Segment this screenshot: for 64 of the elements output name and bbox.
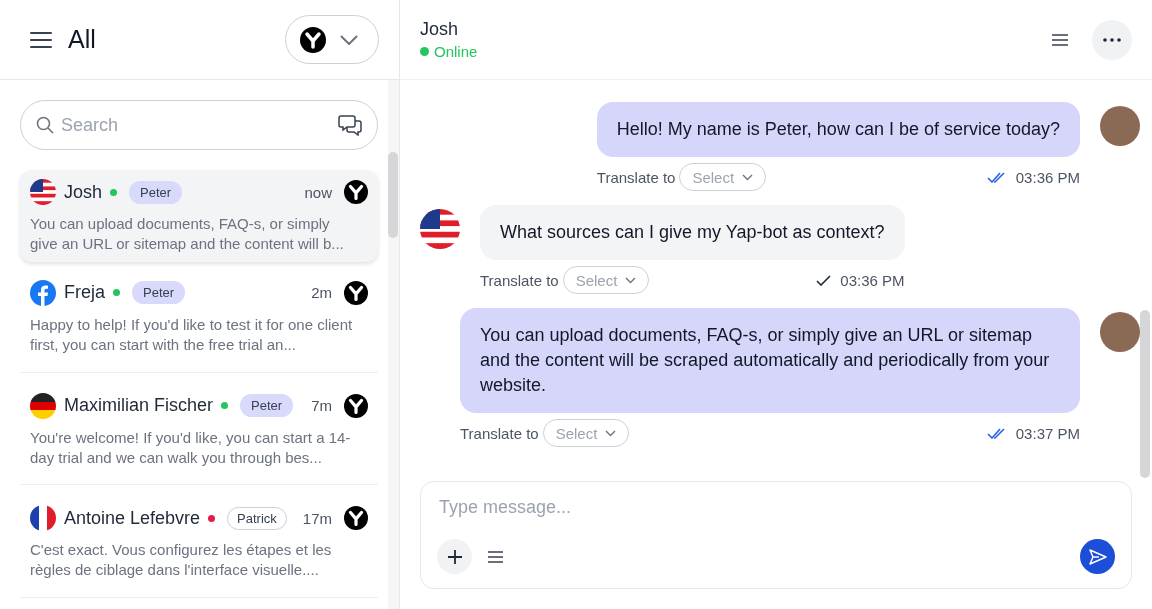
facebook-icon — [30, 280, 56, 306]
scrollbar-thumb[interactable] — [388, 152, 399, 238]
contact-name: Freja — [64, 282, 105, 304]
conversation-item[interactable]: Maximilian Fischer Peter 7m You're welcome! If you'd like, you can start a 14-day trial and we can walk you through bes... — [20, 383, 379, 486]
conversation-time: 17m — [302, 509, 333, 527]
flag-icon — [30, 505, 56, 532]
menu-icon[interactable] — [30, 30, 52, 49]
chevron-down-icon — [625, 276, 637, 284]
logo-icon — [344, 506, 369, 531]
avatar-placeholder — [1100, 312, 1140, 352]
menu-icon[interactable] — [488, 550, 503, 563]
contact-name: Josh — [64, 181, 103, 203]
conversation-time: now — [304, 183, 333, 201]
agent-tag: Peter — [132, 281, 186, 305]
chevron-down-icon — [605, 429, 617, 437]
online-status: Online — [420, 43, 1028, 60]
message-time: 03:36 PM — [840, 271, 905, 289]
agent-tag: Patrick — [227, 506, 287, 530]
agent-tag: Peter — [240, 394, 294, 418]
avatar-placeholder — [1100, 106, 1140, 146]
message-preview: You can upload documents, FAQ-s, or simply give an URL or sitemap and the content will b... — [30, 214, 345, 254]
contact-name: Josh — [420, 19, 460, 40]
agent-tag: Peter — [129, 180, 183, 204]
plus-icon — [447, 549, 462, 564]
chevron-down-icon — [742, 173, 754, 181]
message-preview: Happy to help! If you'd like to test it for one client first, you can start with the free trial an... — [30, 315, 354, 355]
message-preview: C'est exact. Vous configurez les étapes et les règles de ciblage dans l'interface visuelle.... — [30, 540, 333, 581]
contact-name: Antoine Lefebvre — [64, 507, 201, 529]
flag-icon — [30, 392, 56, 419]
conversation-item[interactable]: Josh Peter now You can upload documents, FAQ-s, or simply give an URL or sitemap and the content will b... — [20, 170, 379, 262]
message-bubble: What sources can I give my Yap-bot as context? — [480, 205, 905, 260]
message-bubble: Hello! My name is Peter, how can I be of service today? — [596, 102, 1080, 157]
logo-icon — [344, 281, 369, 305]
message-time: 03:36 PM — [1015, 168, 1080, 186]
message-preview: You're welcome! If you'd like, you can start a 14-day trial and we can walk you through bes... — [30, 427, 352, 468]
ellipsis-icon — [1103, 37, 1121, 42]
logo-icon — [344, 180, 369, 204]
translate-label: Translate to — [596, 168, 676, 186]
message-time: 03:37 PM — [1015, 424, 1080, 442]
logo-icon — [300, 26, 326, 53]
chevron-down-icon — [340, 34, 358, 45]
search-field[interactable]: Search — [20, 100, 379, 150]
add-button[interactable] — [437, 539, 472, 574]
contact-name: Maximilian Fischer — [64, 395, 214, 417]
translate-label: Translate to — [480, 271, 559, 289]
conversation-item[interactable]: Antoine Lefebvre Patrick 17m C'est exact. Vous configurez les étapes et les règles de ciblage dans l'interface visuelle.... — [20, 496, 379, 598]
conversation-time: 2m — [311, 284, 333, 302]
conversation-item[interactable]: Freja Peter 2m Happy to help! If you'd like to test it for one client first, you can start with the free trial an... — [20, 271, 379, 373]
message-input[interactable]: Type message... — [437, 496, 1115, 519]
menu-icon[interactable] — [1052, 33, 1068, 46]
flag-icon — [420, 209, 460, 249]
more-button[interactable] — [1092, 19, 1132, 60]
workspace-dropdown[interactable] — [285, 15, 379, 64]
search-icon — [36, 116, 54, 134]
scrollbar-thumb[interactable] — [1140, 310, 1150, 478]
flag-icon — [30, 179, 56, 205]
conversation-time: 7m — [311, 397, 333, 415]
logo-icon — [344, 393, 369, 418]
send-button[interactable] — [1080, 539, 1115, 574]
chat-bubbles-icon[interactable] — [338, 114, 363, 136]
inbox-title: All — [68, 25, 97, 54]
message-bubble: You can upload documents, FAQ-s, or simply give an URL or sitemap and the content will be scraped automatically and periodically from your website. — [460, 308, 1080, 413]
translate-label: Translate to — [460, 424, 539, 442]
send-icon — [1087, 547, 1108, 566]
